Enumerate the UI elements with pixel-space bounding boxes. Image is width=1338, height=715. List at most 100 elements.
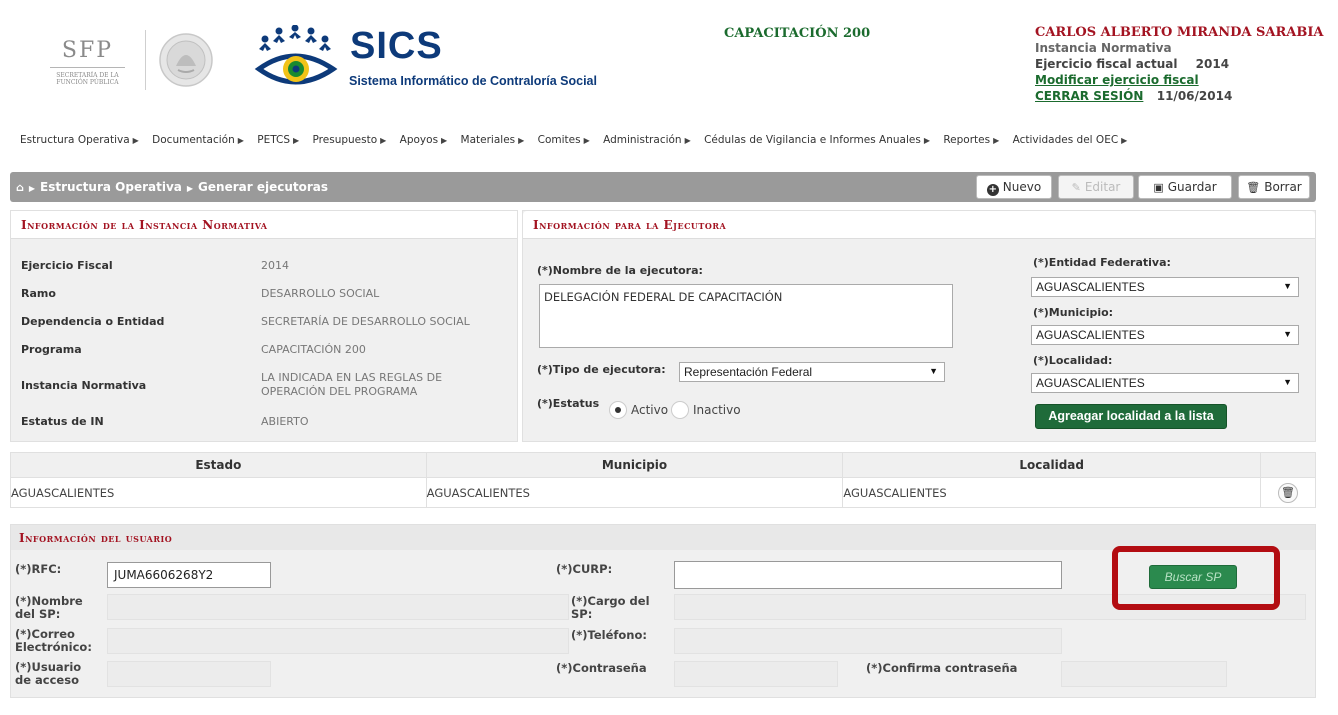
sfp-logo-text: SFP [61,38,114,63]
app-title: SICS [350,25,443,67]
rfc-label: (*)RFC: [15,562,62,576]
column-header-localidad: Localidad [842,452,1262,478]
nombre-sp-input[interactable] [107,594,569,620]
estatus-activo-radio[interactable] [609,401,627,419]
home-icon[interactable]: ⌂ [16,181,24,194]
confirma-contrasena-input[interactable] [1061,661,1227,687]
plus-circle-icon: + [986,184,999,196]
sfp-logo: SFP SECRETARÍA DE LA FUNCIÓN PÚBLICA [40,38,135,86]
contrasena-input[interactable] [674,661,838,687]
correo-label: (*)Correo Electrónico: [15,627,92,654]
menu-item-apoyos[interactable]: Apoyos ▶ [400,134,448,146]
caret-right-icon: ▶ [583,136,590,145]
user-box: CARLOS ALBERTO MIRANDA SARABIA Instancia… [1035,25,1335,104]
dropdown-arrow-icon: ▼ [1283,281,1292,291]
caret-right-icon: ▶ [237,136,244,145]
menu-item-documentacion[interactable]: Documentación ▶ [152,134,244,146]
cell-localidad: AGUASCALIENTES [842,477,1262,508]
menu-item-administracion[interactable]: Administración ▶ [603,134,691,146]
breadcrumb-bar: ⌂ ▶ Estructura Operativa ▶ Generar ejecutora… [10,172,1316,202]
fiscal-year-value: 2014 [1195,57,1230,71]
save-icon: ▣ [1153,181,1164,194]
cell-actions: 🗑 [1260,477,1316,508]
curp-input[interactable] [674,561,1062,589]
menu-item-estructura-operativa[interactable]: Estructura Operativa ▶ [20,134,139,146]
localidad-label: (*)Localidad: [1033,354,1113,367]
caret-right-icon: ▶ [993,136,1000,145]
program-name: CAPACITACIÓN 200 [724,26,871,41]
header-divider [145,30,146,90]
borrar-button[interactable]: 🗑 Borrar [1238,175,1310,199]
nuevo-button[interactable]: + Nuevo [976,175,1052,199]
instancia-panel-title: Información de la Instancia Normativa [11,211,517,239]
ejecutora-panel-title: Información para la Ejecutora [523,211,1315,239]
telefono-input[interactable] [674,628,1062,654]
usuario-acceso-label: (*)Usuario de acceso [15,660,82,687]
nombre-ejecutora-label: (*)Nombre de la ejecutora: [537,264,703,277]
sfp-subtitle: SECRETARÍA DE LA FUNCIÓN PÚBLICA [56,72,119,86]
trash-icon: 🗑 [1246,181,1261,194]
column-header-actions [1260,452,1316,478]
estatus-label: (*)Estatus [537,397,600,410]
correo-input[interactable] [107,628,569,654]
caret-right-icon: ▶ [132,136,139,145]
breadcrumb-section[interactable]: Estructura Operativa [40,180,182,194]
user-role: Instancia Normativa [1035,41,1172,55]
breadcrumb-page: Generar ejecutoras [198,180,328,194]
header: SFP SECRETARÍA DE LA FUNCIÓN PÚBLICA SIC… [0,0,1338,120]
estatus-inactivo-label: Inactivo [693,403,741,417]
national-seal-icon [159,33,213,87]
municipio-label: (*)Municipio: [1033,306,1114,319]
user-name: CARLOS ALBERTO MIRANDA SARABIA [1035,25,1324,40]
menu-item-cedulas[interactable]: Cédulas de Vigilancia e Informes Anuales… [704,134,930,146]
agregar-localidad-button[interactable]: Agreagar localidad a la lista [1035,404,1227,429]
cell-estado: AGUASCALIENTES [10,477,427,508]
caret-right-icon: ▶ [923,136,930,145]
table-row: AGUASCALIENTES AGUASCALIENTES AGUASCALIE… [10,477,1316,508]
estatus-inactivo-radio[interactable] [671,401,689,419]
nombre-ejecutora-textarea[interactable]: DELEGACIÓN FEDERAL DE CAPACITACIÓN [539,284,953,348]
dropdown-arrow-icon: ▼ [1283,329,1292,339]
delete-row-trash-icon[interactable]: 🗑 [1278,482,1298,503]
session-date: 11/06/2014 [1156,89,1233,103]
instancia-panel: Información de la Instancia Normativa Ej… [10,210,518,442]
tipo-ejecutora-label: (*)Tipo de ejecutora: [537,363,666,376]
localidades-table: Estado Municipio Localidad AGUASCALIENTE… [10,452,1316,508]
entidad-federativa-select[interactable]: AGUASCALIENTES ▼ [1031,277,1299,297]
pencil-icon: ✎ [1071,181,1081,194]
caret-right-icon: ▶ [380,136,387,145]
dropdown-arrow-icon: ▼ [1283,377,1292,387]
menu-item-materiales[interactable]: Materiales ▶ [461,134,525,146]
menu-item-presupuesto[interactable]: Presupuesto ▶ [313,134,387,146]
menu-item-petcs[interactable]: PETCS ▶ [257,134,299,146]
entidad-federativa-label: (*)Entidad Federativa: [1033,256,1171,269]
menu-item-comites[interactable]: Comites ▶ [538,134,590,146]
modify-fiscal-year-link[interactable]: Modificar ejercicio fiscal [1035,73,1199,87]
sics-eye-logo-icon [254,25,338,85]
menu-item-reportes[interactable]: Reportes ▶ [943,134,999,146]
localidad-select[interactable]: AGUASCALIENTES ▼ [1031,373,1299,393]
menu-item-actividades-oec[interactable]: Actividades del OEC ▶ [1013,134,1128,146]
usuario-acceso-input[interactable] [107,661,271,687]
tipo-ejecutora-select[interactable]: Representación Federal ▼ [679,362,945,382]
fiscal-year-line: Ejercicio fiscal actual 2014 [1035,56,1335,72]
caret-right-icon: ▶ [518,136,525,145]
curp-label: (*)CURP: [556,562,613,576]
logout-link[interactable]: CERRAR SESIÓN [1035,89,1143,103]
caret-right-icon: ▶ [441,136,448,145]
breadcrumb: ⌂ ▶ Estructura Operativa ▶ Generar ejecutora… [16,180,328,194]
nombre-sp-label: (*)Nombre del SP: [15,594,83,621]
editar-button[interactable]: ✎ Editar [1058,175,1134,199]
municipio-select[interactable]: AGUASCALIENTES ▼ [1031,325,1299,345]
caret-right-icon: ▶ [684,136,691,145]
cargo-sp-label: (*)Cargo del SP: [571,594,650,621]
dropdown-arrow-icon: ▼ [929,366,938,376]
guardar-button[interactable]: ▣ Guardar [1138,175,1232,199]
cell-municipio: AGUASCALIENTES [425,477,844,508]
caret-right-icon: ▶ [1121,136,1128,145]
rfc-input[interactable]: JUMA6606268Y2 [107,562,271,588]
caret-right-icon: ▶ [293,136,300,145]
confirma-contrasena-label: (*)Confirma contraseña [866,661,1018,675]
contrasena-label: (*)Contraseña [556,661,647,675]
annotation-highlight-box [1112,546,1280,610]
